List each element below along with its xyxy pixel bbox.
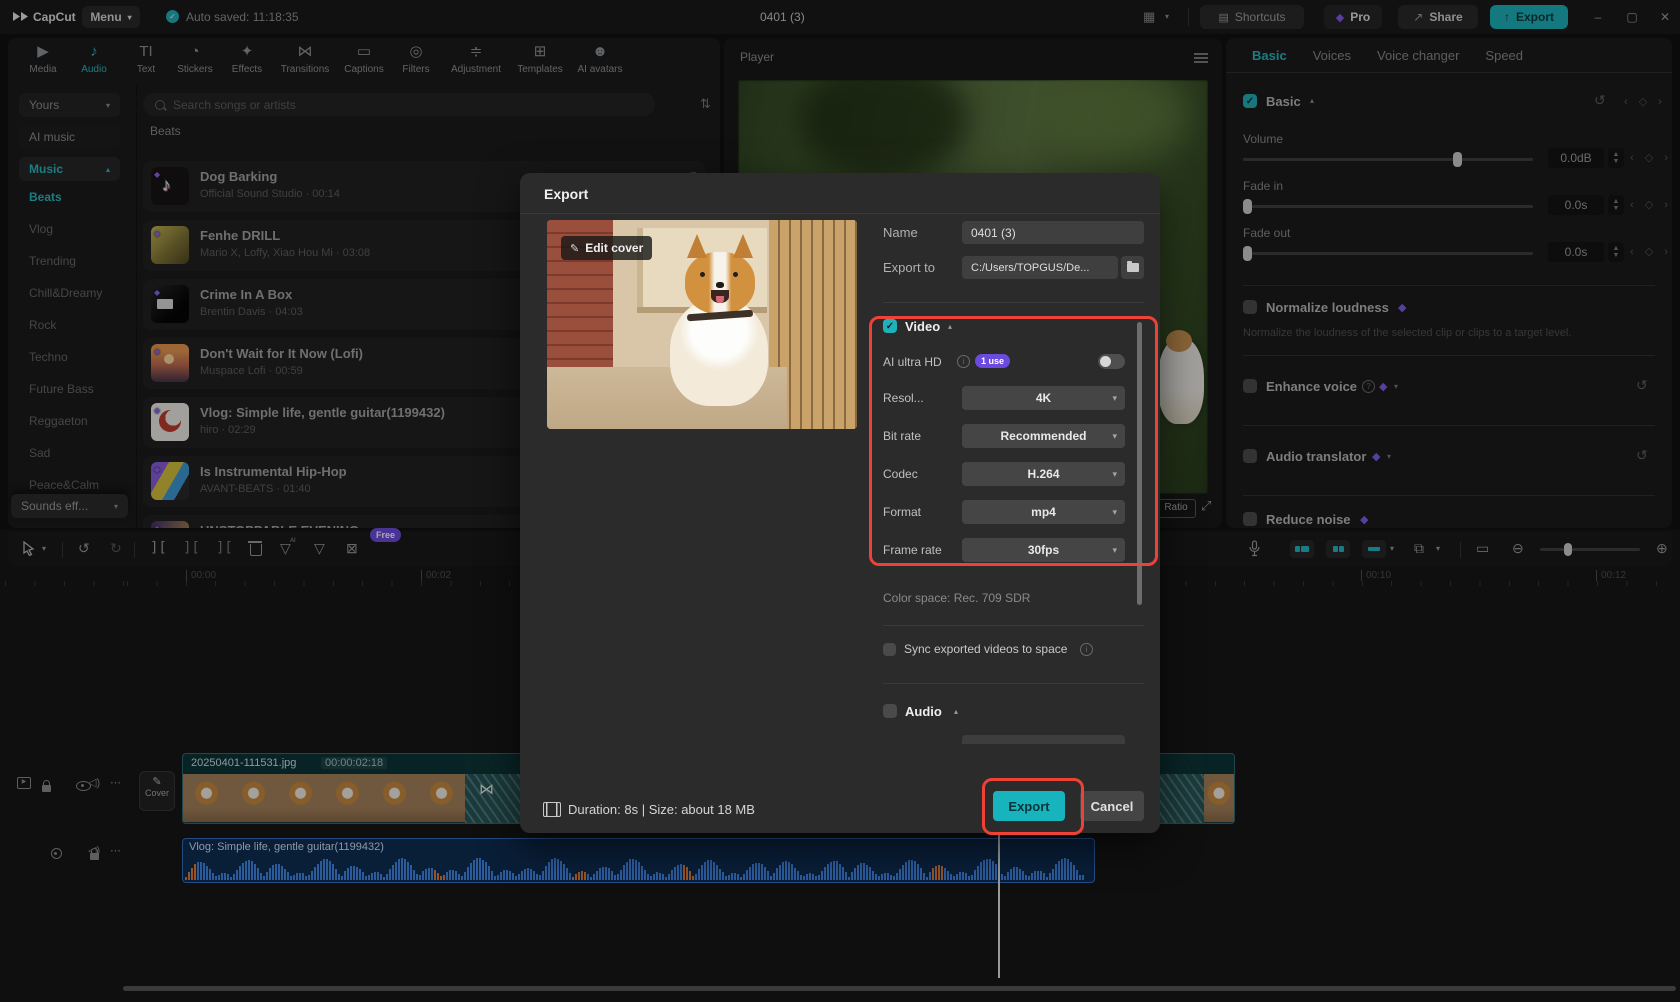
chevron-down-icon: ▾ bbox=[1112, 544, 1117, 555]
corgi-nose bbox=[716, 282, 724, 288]
ai-ultra-hd-label: AI ultra HD bbox=[883, 355, 942, 369]
dialog-title: Export bbox=[544, 186, 589, 202]
codec-label: Codec bbox=[883, 467, 918, 481]
corgi-ear bbox=[733, 234, 753, 258]
divider bbox=[520, 213, 1160, 214]
sync-space-label: Sync exported videos to space bbox=[904, 642, 1068, 656]
ai-ultra-hd-toggle[interactable] bbox=[1098, 354, 1125, 369]
corgi-eye bbox=[733, 272, 738, 277]
film-icon bbox=[543, 802, 561, 817]
name-label: Name bbox=[883, 225, 918, 240]
audio-checkbox[interactable] bbox=[883, 704, 897, 718]
chevron-down-icon: ▾ bbox=[1112, 468, 1117, 479]
collapse-icon[interactable]: ▴ bbox=[948, 322, 952, 331]
corgi-ear bbox=[687, 234, 707, 258]
divider bbox=[883, 625, 1144, 626]
toggle-knob bbox=[1100, 356, 1111, 367]
video-checkbox[interactable]: ✓ bbox=[883, 319, 897, 333]
export-path-input[interactable]: C:/Users/TOPGUS/De... bbox=[962, 256, 1118, 279]
use-count-badge: 1 use bbox=[975, 354, 1011, 368]
export-summary: Duration: 8s | Size: about 18 MB bbox=[568, 802, 755, 817]
capcut-app: CapCut Menu ▾ ✓ Auto saved: 11:18:35 0401… bbox=[0, 0, 1680, 1002]
sync-space-checkbox[interactable] bbox=[883, 643, 896, 656]
chevron-down-icon: ▾ bbox=[1112, 392, 1117, 403]
export-confirm-button[interactable]: Export bbox=[993, 791, 1065, 821]
export-dialog: Export ✎ Edit cover Name 0401 (3) Export… bbox=[520, 173, 1160, 833]
audio-section-label: Audio bbox=[905, 704, 942, 719]
bit-rate-dropdown[interactable]: Recommended ▾ bbox=[962, 424, 1125, 448]
cancel-button[interactable]: Cancel bbox=[1080, 791, 1144, 821]
bit-rate-label: Bit rate bbox=[883, 429, 922, 443]
collapse-icon[interactable]: ▴ bbox=[954, 707, 958, 716]
export-to-label: Export to bbox=[883, 260, 936, 275]
export-cover-preview[interactable]: ✎ Edit cover bbox=[547, 220, 857, 429]
name-input[interactable]: 0401 (3) bbox=[962, 221, 1144, 244]
format-label: Format bbox=[883, 505, 922, 519]
codec-dropdown[interactable]: H.264 ▾ bbox=[962, 462, 1125, 486]
frame-rate-label: Frame rate bbox=[883, 543, 942, 557]
browse-folder-button[interactable] bbox=[1121, 256, 1144, 279]
corgi-tongue bbox=[716, 296, 724, 303]
divider bbox=[883, 683, 1144, 684]
audio-format-dropdown-partial[interactable] bbox=[962, 735, 1125, 744]
resol--label: Resol... bbox=[883, 391, 924, 405]
color-space-info: Color space: Rec. 709 SDR bbox=[883, 591, 1031, 605]
pencil-icon: ✎ bbox=[570, 242, 580, 255]
info-icon[interactable]: i bbox=[957, 355, 970, 368]
video-section-label: Video bbox=[905, 319, 941, 334]
corgi-eye bbox=[700, 272, 705, 277]
resol--dropdown[interactable]: 4K ▾ bbox=[962, 386, 1125, 410]
frame-rate-dropdown[interactable]: 30fps ▾ bbox=[962, 538, 1125, 562]
dialog-scrollbar[interactable] bbox=[1137, 322, 1142, 605]
folder-icon bbox=[1126, 261, 1139, 272]
chevron-down-icon: ▾ bbox=[1112, 430, 1117, 441]
divider bbox=[883, 302, 1144, 303]
chevron-down-icon: ▾ bbox=[1112, 506, 1117, 517]
format-dropdown[interactable]: mp4 ▾ bbox=[962, 500, 1125, 524]
edit-cover-chip[interactable]: ✎ Edit cover bbox=[561, 236, 653, 260]
info-icon[interactable]: i bbox=[1080, 643, 1093, 656]
